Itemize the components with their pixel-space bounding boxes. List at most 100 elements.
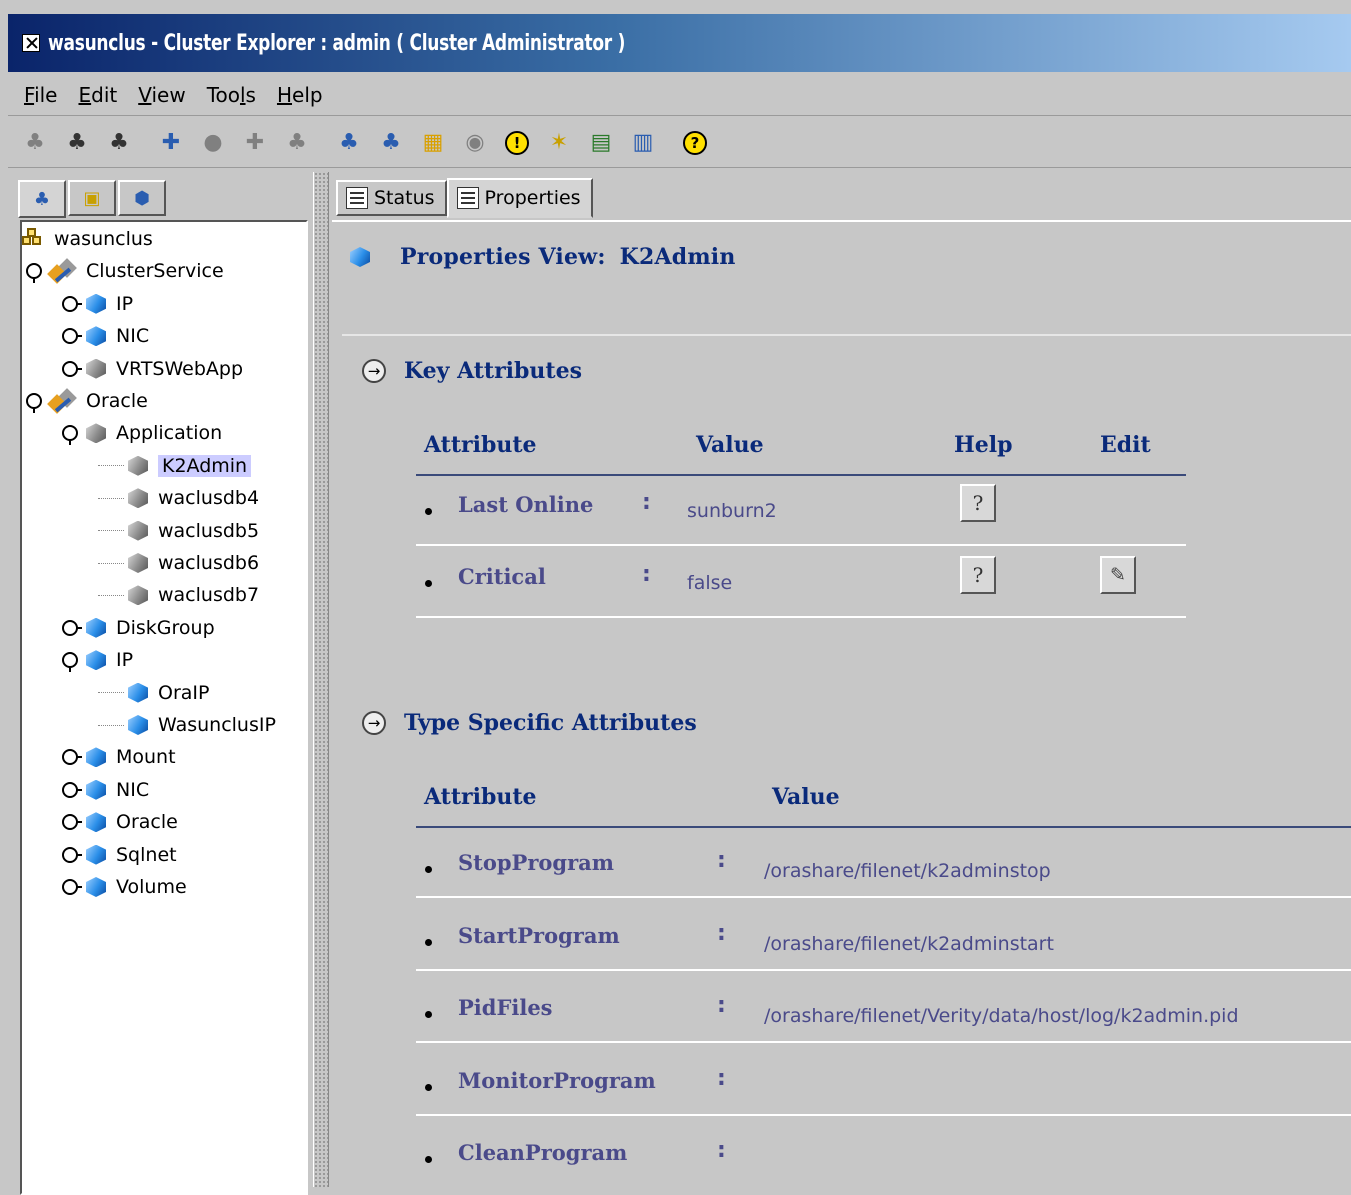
tree-node-label: IP bbox=[116, 292, 134, 315]
tree-connector bbox=[98, 562, 124, 564]
menu-edit[interactable]: Edit bbox=[78, 83, 117, 107]
resource-online-icon bbox=[86, 779, 106, 800]
help-icon[interactable]: ? bbox=[680, 128, 710, 158]
offline-group-icon[interactable]: ♣ bbox=[104, 128, 134, 158]
cluster-matrix-icon[interactable]: ▦ bbox=[418, 128, 448, 158]
resource-gray-icon[interactable]: ● bbox=[198, 128, 228, 158]
wizard-icon[interactable]: ✶ bbox=[544, 128, 574, 158]
resource-offline-icon bbox=[86, 423, 106, 444]
edit-button[interactable]: ✎ bbox=[1100, 556, 1136, 594]
resource-cube-icon bbox=[350, 247, 370, 267]
type-attribute-name: MonitorProgram bbox=[458, 1067, 656, 1093]
window-menu-icon[interactable] bbox=[22, 34, 40, 52]
question-icon: ? bbox=[972, 491, 984, 515]
key-col-edit: Edit bbox=[1100, 432, 1151, 458]
resources-tab-icon[interactable]: ⬢ bbox=[118, 180, 166, 216]
bullet bbox=[425, 580, 432, 587]
resource-offline-icon bbox=[128, 553, 148, 573]
tree-node[interactable]: ClusterService bbox=[26, 256, 224, 286]
toolbar: ♣ ♣ ♣ ✚ ● ✚ ♣ ♣ ♣ ▦ ◉ ! ✶ ▤ ▥ ? bbox=[8, 118, 1351, 168]
service-groups-tab-icon[interactable]: ♣ bbox=[18, 180, 66, 218]
section-arrow-icon: → bbox=[362, 359, 386, 383]
tree-node[interactable]: waclusdb6 bbox=[98, 548, 259, 578]
tree-node[interactable]: IP bbox=[62, 645, 133, 675]
tree-collapsed-toggle-icon[interactable] bbox=[62, 619, 82, 636]
tree-collapsed-toggle-icon[interactable] bbox=[62, 749, 82, 766]
tree-node-label: Mount bbox=[116, 746, 176, 769]
online-group-icon[interactable]: ♣ bbox=[62, 128, 92, 158]
menu-tools[interactable]: Tools bbox=[207, 83, 256, 107]
menu-view[interactable]: View bbox=[138, 83, 185, 107]
online-resource-icon[interactable]: ♣ bbox=[334, 128, 364, 158]
tree-node-label: waclusdb6 bbox=[158, 552, 260, 574]
offline-resource-icon[interactable]: ♣ bbox=[376, 128, 406, 158]
tree-node-label: Volume bbox=[116, 876, 187, 898]
tree-node[interactable]: VRTSWebApp bbox=[62, 354, 243, 384]
separator: : bbox=[717, 1138, 726, 1163]
key-col-attribute: Attribute bbox=[424, 432, 537, 458]
row-divider bbox=[416, 1113, 1351, 1116]
tree-node[interactable]: K2Admin bbox=[98, 451, 252, 481]
tab-status[interactable]: Status bbox=[336, 180, 447, 216]
type-attribute-value: /orashare/filenet/k2adminstart bbox=[764, 932, 1054, 955]
tree-expanded-toggle-icon[interactable] bbox=[62, 652, 78, 673]
tree-collapsed-toggle-icon[interactable] bbox=[62, 814, 82, 831]
bullet bbox=[425, 1011, 432, 1018]
properties-view: Properties View: K2Admin → Key Attributes… bbox=[332, 220, 1351, 1187]
tree-collapsed-toggle-icon[interactable] bbox=[62, 879, 82, 895]
systems-tab-icon[interactable]: ▣ bbox=[68, 180, 116, 216]
add-resource-plus-icon[interactable]: ✚ bbox=[240, 128, 270, 158]
commands-icon[interactable]: ▤ bbox=[586, 128, 616, 158]
tree-node[interactable]: Sqlnet bbox=[62, 840, 177, 870]
add-service-group-icon[interactable]: ♣ bbox=[20, 128, 50, 158]
log-icon[interactable]: ▥ bbox=[628, 128, 658, 158]
tree-node[interactable]: waclusdb5 bbox=[98, 516, 259, 546]
tree-collapsed-toggle-icon[interactable] bbox=[62, 360, 82, 377]
add-resource-icon[interactable]: ✚ bbox=[156, 128, 186, 158]
tab-status-label: Status bbox=[374, 187, 435, 209]
type-header-rule bbox=[416, 826, 1351, 828]
tree-node[interactable]: IP bbox=[62, 289, 133, 319]
tree-node[interactable]: Application bbox=[62, 418, 222, 448]
title-bar[interactable]: wasunclus - Cluster Explorer : admin ( C… bbox=[8, 14, 1351, 72]
tree-expanded-toggle-icon[interactable] bbox=[26, 263, 42, 284]
key-attribute-name: Last Online bbox=[458, 492, 594, 517]
cluster-tree[interactable]: wasunclus ClusterService IP NIC VRTSWebApp Or… bbox=[20, 220, 308, 1195]
tree-node[interactable]: wasunclus bbox=[22, 224, 153, 254]
bullet bbox=[425, 938, 432, 946]
help-button[interactable]: ? bbox=[960, 484, 996, 522]
menu-file[interactable]: File bbox=[24, 83, 57, 107]
tree-node-label: Sqlnet bbox=[116, 843, 177, 866]
exclamation-alert-icon[interactable]: ! bbox=[502, 128, 532, 158]
tab-properties[interactable]: Properties bbox=[446, 178, 593, 218]
disabled-resource-icon[interactable]: ♣ bbox=[282, 128, 312, 158]
bullet bbox=[425, 866, 432, 873]
help-button[interactable]: ? bbox=[960, 556, 996, 594]
tree-expanded-toggle-icon[interactable] bbox=[62, 425, 78, 446]
tree-node[interactable]: NIC bbox=[62, 775, 149, 805]
properties-tab-icon bbox=[456, 187, 479, 209]
tree-node-label: IP bbox=[116, 649, 134, 672]
panel-splitter[interactable] bbox=[313, 172, 329, 1187]
tree-node[interactable]: WasunclusIP bbox=[98, 710, 276, 740]
tree-node[interactable]: Oracle bbox=[62, 807, 178, 837]
tree-collapsed-toggle-icon[interactable] bbox=[62, 846, 82, 863]
disabled-circle-icon[interactable]: ◉ bbox=[460, 128, 490, 158]
tree-collapsed-toggle-icon[interactable] bbox=[62, 295, 82, 312]
resource-online-icon bbox=[128, 682, 148, 703]
type-attribute-name: PidFiles bbox=[458, 995, 553, 1020]
tree-node[interactable]: Oracle bbox=[26, 386, 148, 416]
tree-node[interactable]: Mount bbox=[62, 742, 176, 772]
tree-node[interactable]: waclusdb4 bbox=[98, 483, 259, 513]
tree-node[interactable]: waclusdb7 bbox=[98, 580, 259, 610]
tree-node[interactable]: Volume bbox=[62, 872, 187, 902]
tree-expanded-toggle-icon[interactable] bbox=[26, 393, 42, 413]
tree-node[interactable]: DiskGroup bbox=[62, 613, 215, 643]
tree-collapsed-toggle-icon[interactable] bbox=[62, 328, 82, 345]
tree-node[interactable]: OraIP bbox=[98, 678, 209, 708]
resource-online-icon bbox=[86, 650, 106, 671]
menu-help[interactable]: Help bbox=[277, 83, 323, 107]
tree-node[interactable]: NIC bbox=[62, 321, 149, 351]
resource-offline-icon bbox=[128, 488, 148, 509]
tree-collapsed-toggle-icon[interactable] bbox=[62, 781, 82, 798]
